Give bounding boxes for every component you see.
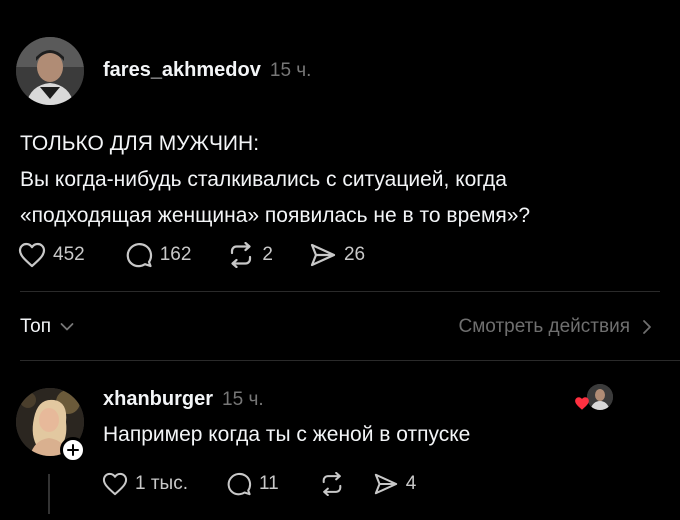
thread-line: [48, 474, 50, 514]
reply-actions: 1 тыс. 11 4: [102, 472, 416, 496]
author-mini-avatar: [586, 383, 614, 411]
reply-username[interactable]: xhanburger: [103, 388, 213, 411]
repost-icon: [231, 242, 252, 268]
heart-icon: [18, 242, 46, 268]
comment-button[interactable]: 162: [125, 242, 192, 268]
post-text: ТОЛЬКО ДЛЯ МУЖЧИН: Вы когда-нибудь сталк…: [20, 126, 660, 234]
post-text-line: Вы когда-нибудь сталкивались с ситуацией…: [20, 168, 507, 191]
view-activity-link[interactable]: Смотреть действия: [459, 316, 652, 338]
repost-button[interactable]: 2: [227, 242, 273, 268]
author-avatar[interactable]: [16, 37, 84, 105]
divider: [20, 291, 660, 292]
reply-like-button[interactable]: 1 тыс.: [102, 472, 188, 496]
sort-label: Топ: [20, 316, 51, 337]
like-count: 452: [53, 244, 85, 265]
share-icon: [374, 473, 397, 495]
view-activity-label: Смотреть действия: [458, 316, 630, 337]
author-liked-indicator: [574, 383, 614, 413]
reply-time: 15 ч.: [222, 389, 264, 410]
like-button[interactable]: 452: [18, 242, 85, 268]
repost-count: 2: [262, 244, 273, 265]
share-icon: [310, 243, 336, 267]
post-actions: 452 162 2 26: [18, 242, 365, 268]
sort-dropdown[interactable]: Топ: [20, 316, 74, 338]
follow-plus-button[interactable]: [60, 437, 86, 463]
chevron-right-icon: [643, 320, 651, 334]
divider: [20, 360, 680, 361]
chevron-down-icon: [60, 323, 74, 331]
heart-icon: [102, 472, 128, 496]
comment-icon: [227, 472, 252, 496]
reply-comment-count: 11: [258, 473, 279, 494]
reply-share-count: 4: [405, 473, 417, 494]
comment-icon: [126, 243, 152, 268]
reply-like-count: 1 тыс.: [135, 473, 188, 494]
post-text-line: «подходящая женщина» появилась не в то в…: [20, 204, 531, 227]
reply-share-button[interactable]: 4: [373, 472, 417, 496]
reply-text: Например когда ты с женой в отпуске: [103, 423, 471, 446]
share-count: 26: [343, 244, 366, 265]
plus-icon: [67, 444, 79, 456]
post-time: 15 ч.: [269, 60, 312, 81]
post-text-line: ТОЛЬКО ДЛЯ МУЖЧИН:: [20, 132, 260, 155]
reply-repost-button[interactable]: [319, 472, 345, 496]
repost-icon: [322, 472, 342, 496]
share-button[interactable]: 26: [309, 242, 365, 268]
reply-comment-button[interactable]: 11: [226, 472, 279, 496]
post-username[interactable]: fares_akhmedov: [103, 59, 261, 82]
heart-icon: [575, 397, 589, 410]
comment-count: 162: [159, 244, 192, 265]
